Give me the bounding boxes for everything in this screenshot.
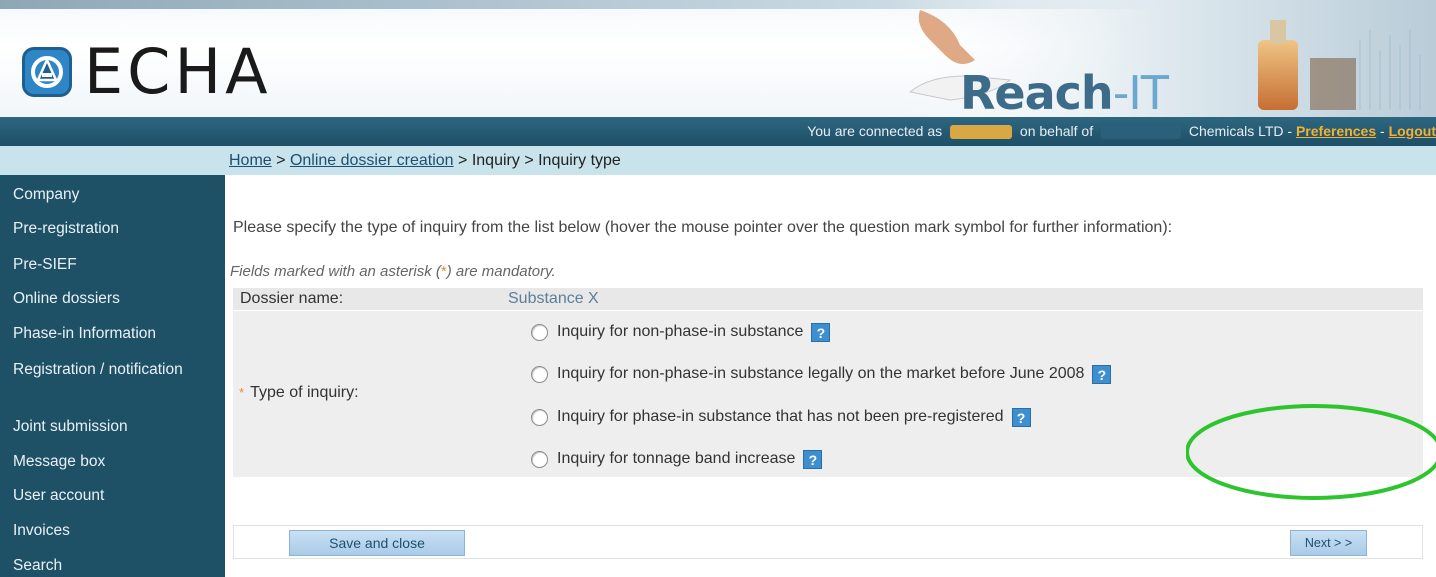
- sidebar-item-online-dossiers[interactable]: Online dossiers: [0, 289, 225, 308]
- app-header: ECHA Reach-IT: [0, 0, 1436, 117]
- breadcrumb-online-dossier[interactable]: Online dossier creation: [290, 152, 454, 169]
- redacted-company: [1100, 125, 1181, 140]
- radio-button[interactable]: [531, 365, 548, 383]
- reach-it-suffix: -IT: [1112, 66, 1169, 117]
- session-status-bar: You are connected as on behalf of Chemic…: [0, 117, 1436, 146]
- inquiry-option-non-phase-in[interactable]: Inquiry for non-phase-in substance ?: [531, 320, 831, 344]
- preferences-link[interactable]: Preferences: [1296, 123, 1376, 139]
- status-separator: -: [1380, 123, 1385, 139]
- radio-button[interactable]: [531, 450, 548, 468]
- radio-button[interactable]: [531, 408, 548, 426]
- sidebar-item-search[interactable]: Search: [0, 556, 225, 575]
- mandatory-note: Fields marked with an asterisk (*) are m…: [230, 263, 556, 280]
- sidebar-nav: Company Pre-registration Pre-SIEF Online…: [0, 175, 225, 577]
- inquiry-option-tonnage-band-increase[interactable]: Inquiry for tonnage band increase ?: [531, 447, 823, 471]
- instruction-text: Please specify the type of inquiry from …: [233, 219, 1173, 236]
- help-question-icon[interactable]: ?: [1011, 407, 1031, 427]
- main-content: Please specify the type of inquiry from …: [228, 175, 1436, 577]
- form-button-bar: Save and close Next > >: [233, 525, 1423, 559]
- sidebar-item-invoices[interactable]: Invoices: [0, 521, 225, 540]
- sidebar-item-user-account[interactable]: User account: [0, 486, 225, 505]
- help-question-icon[interactable]: ?: [1092, 364, 1112, 384]
- breadcrumb-home[interactable]: Home: [229, 152, 272, 169]
- sidebar-item-message-box[interactable]: Message box: [0, 452, 225, 471]
- breadcrumb-inquiry: Inquiry: [471, 152, 520, 169]
- breadcrumb-separator: >: [524, 152, 534, 169]
- inquiry-type-label: * Type of inquiry:: [239, 383, 359, 403]
- reach-it-main: Reach: [960, 66, 1114, 117]
- dossier-name-value: Substance X: [508, 290, 599, 307]
- mandatory-suffix: ) are mandatory.: [446, 263, 556, 280]
- echa-logo: ECHA: [22, 35, 272, 108]
- sidebar-item-phase-in-information[interactable]: Phase-in Information: [0, 324, 225, 343]
- highlight-ellipse-annotation: [1186, 404, 1436, 500]
- breadcrumb: Home > Online dossier creation > Inquiry…: [0, 146, 1436, 175]
- sidebar-item-joint-submission[interactable]: Joint submission: [0, 417, 225, 436]
- redacted-username: [950, 125, 1013, 140]
- inquiry-option-phase-in-not-pre-registered[interactable]: Inquiry for phase-in substance that has …: [531, 405, 1031, 429]
- inquiry-type-label-text: Type of inquiry:: [250, 384, 359, 401]
- breadcrumb-separator: >: [458, 152, 468, 169]
- option-label: Inquiry for non-phase-in substance legal…: [557, 365, 1085, 382]
- inquiry-option-non-phase-in-before-june-2008[interactable]: Inquiry for non-phase-in substance legal…: [531, 362, 1112, 386]
- echa-emblem-icon: [22, 47, 72, 97]
- sidebar-item-pre-registration[interactable]: Pre-registration: [0, 219, 225, 238]
- dossier-name-label: Dossier name:: [240, 290, 344, 307]
- logout-link[interactable]: Logout: [1389, 123, 1436, 139]
- sidebar-item-pre-sief[interactable]: Pre-SIEF: [0, 255, 225, 274]
- mandatory-prefix: Fields marked with an asterisk (: [230, 263, 441, 280]
- option-label: Inquiry for phase-in substance that has …: [557, 408, 1004, 425]
- sidebar-item-registration-notification[interactable]: Registration / notification: [0, 360, 225, 379]
- connected-as-text: You are connected as: [807, 123, 943, 139]
- option-label: Inquiry for tonnage band increase: [557, 450, 796, 467]
- radio-button[interactable]: [531, 323, 548, 341]
- next-button[interactable]: Next > >: [1290, 530, 1367, 556]
- on-behalf-text: on behalf of: [1019, 123, 1094, 139]
- dossier-name-row: Dossier name: Substance X: [233, 288, 1423, 310]
- required-asterisk: *: [239, 385, 245, 400]
- sidebar-item-company[interactable]: Company: [0, 185, 225, 204]
- company-suffix-text: Chemicals LTD -: [1188, 123, 1293, 139]
- reach-it-logo: Reach-IT: [960, 66, 1169, 117]
- echa-wordmark: ECHA: [84, 35, 272, 108]
- help-question-icon[interactable]: ?: [811, 322, 831, 342]
- option-label: Inquiry for non-phase-in substance: [557, 323, 804, 340]
- help-question-icon[interactable]: ?: [803, 449, 823, 469]
- save-and-close-button[interactable]: Save and close: [289, 530, 465, 556]
- breadcrumb-separator: >: [276, 152, 286, 169]
- breadcrumb-current: Inquiry type: [538, 152, 621, 169]
